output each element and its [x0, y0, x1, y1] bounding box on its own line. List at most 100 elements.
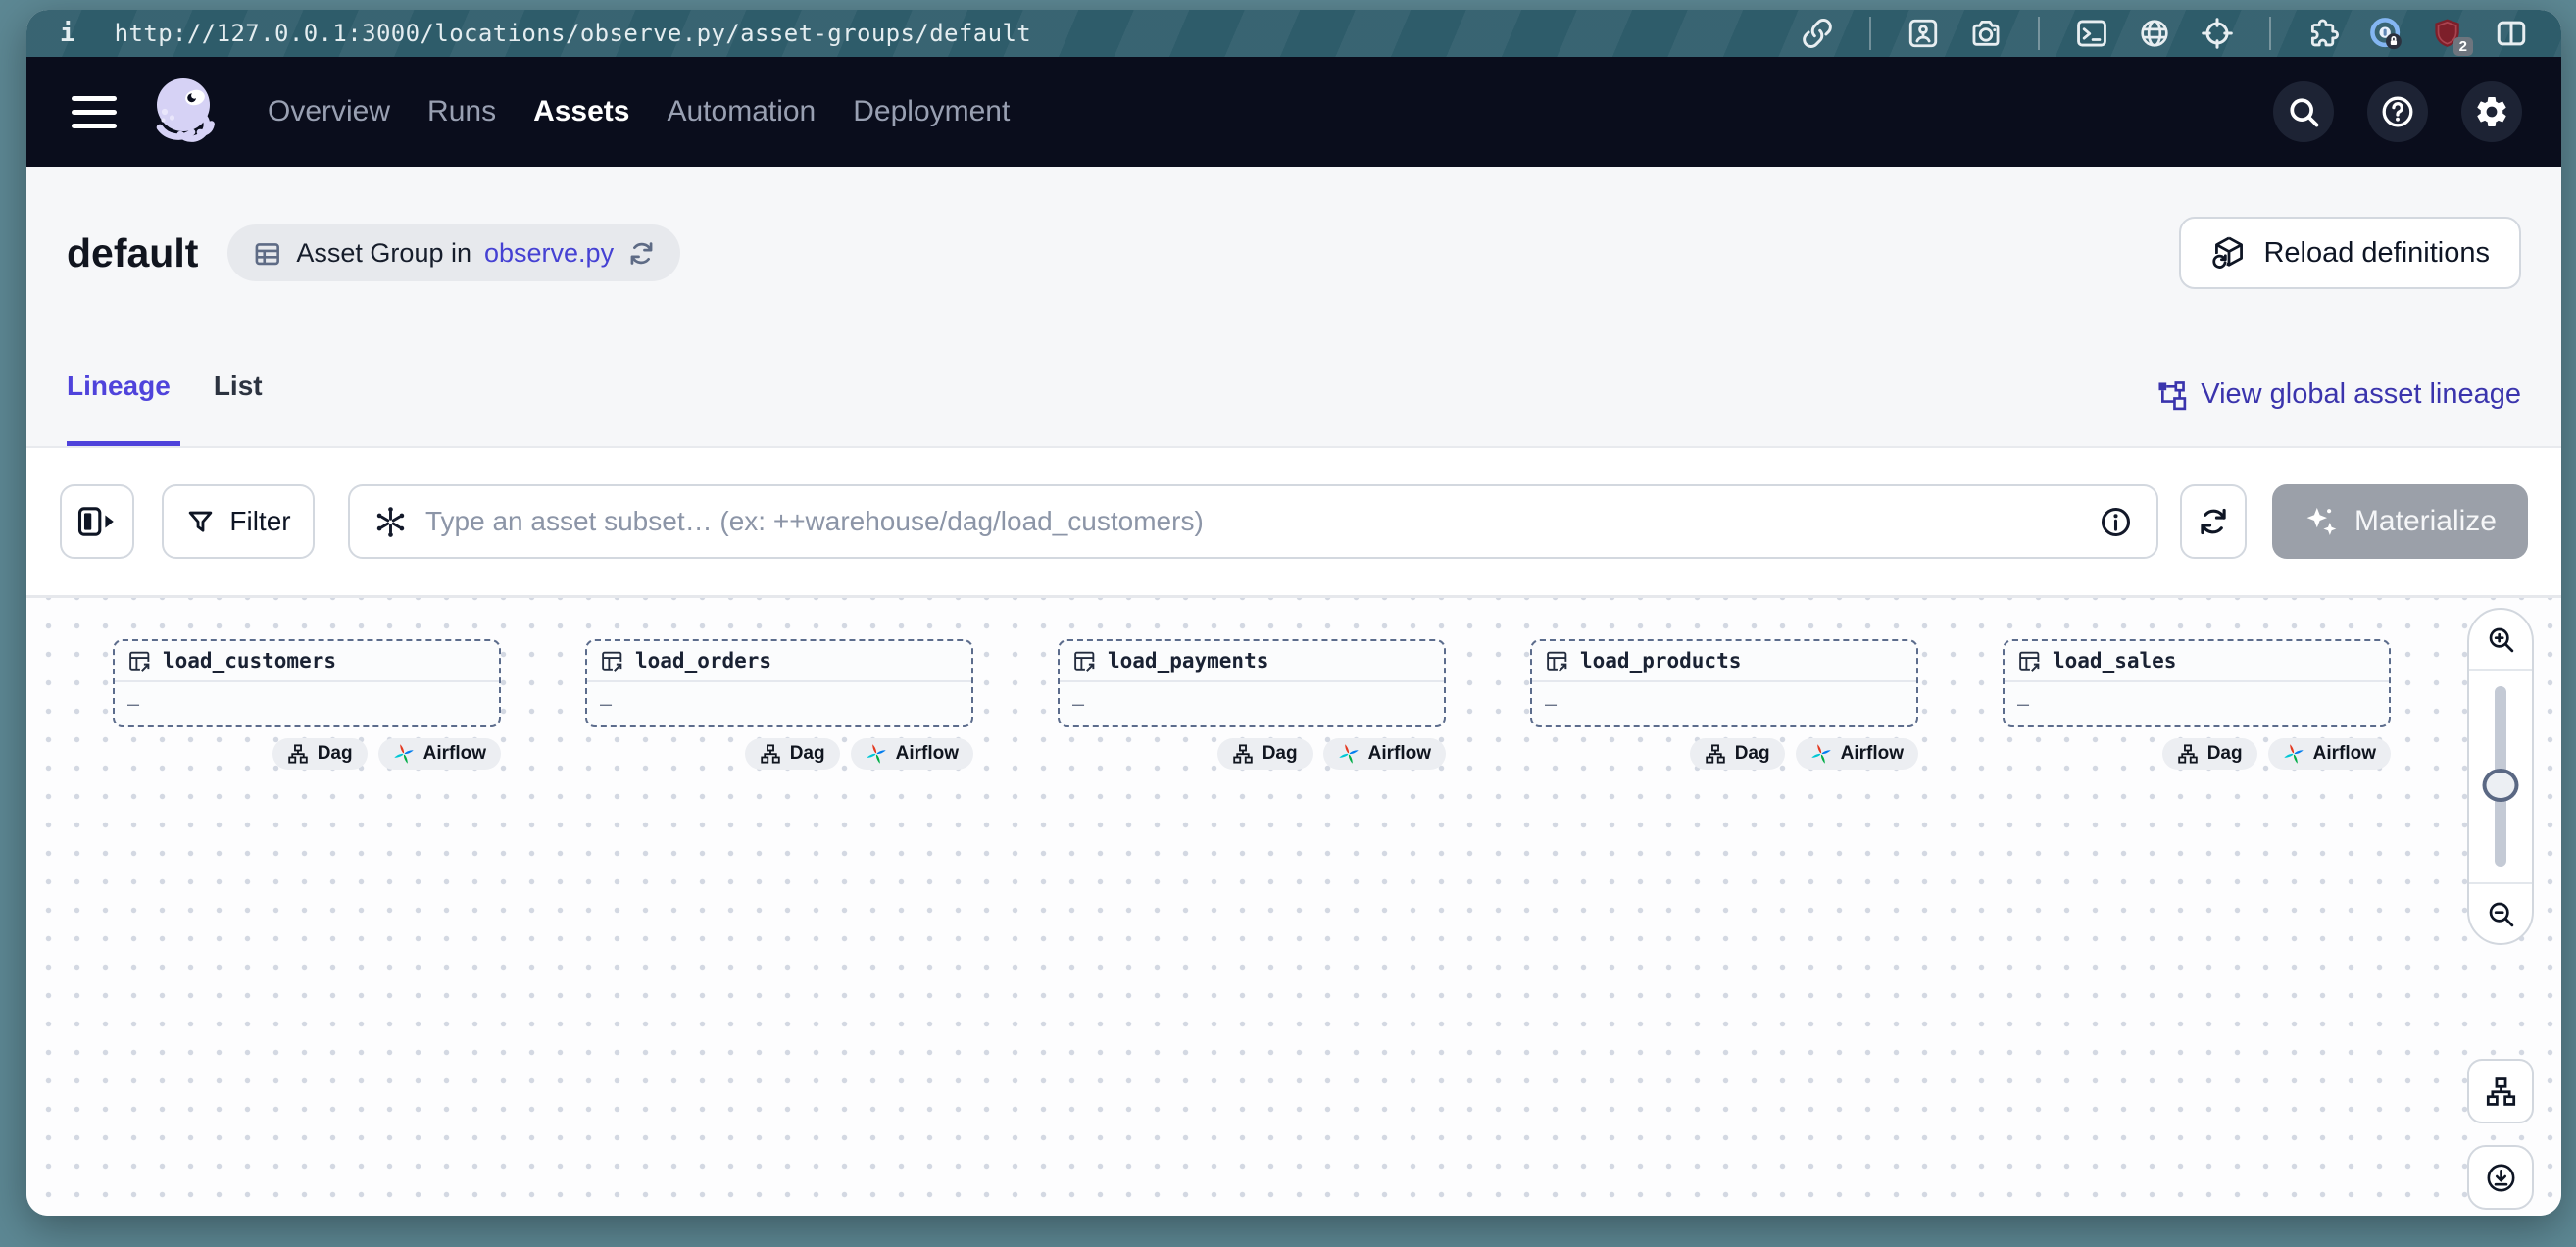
materialize-button[interactable]: Materialize — [2272, 484, 2528, 559]
zoom-slider-thumb[interactable] — [2483, 769, 2519, 802]
split-view-icon[interactable] — [2495, 17, 2528, 50]
link-icon[interactable] — [1801, 17, 1834, 50]
materialize-label: Materialize — [2354, 505, 2497, 538]
settings-icon — [2474, 94, 2509, 129]
search-button[interactable] — [2273, 81, 2334, 142]
hamburger-menu-icon[interactable] — [72, 96, 117, 128]
asset-name: load_payments — [1108, 649, 1268, 673]
expand-panel-button[interactable] — [60, 484, 134, 559]
asset-table-icon — [2017, 649, 2042, 673]
tag-airflow[interactable]: Airflow — [2268, 738, 2391, 770]
airflow-icon — [866, 743, 887, 765]
zoom-in-button[interactable] — [2469, 610, 2532, 671]
lineage-graph-icon — [2155, 379, 2187, 411]
airflow-icon — [2283, 743, 2304, 765]
lineage-canvas[interactable]: load_customers– Dag Airflow load_orders– Dag… — [26, 598, 2561, 1216]
asset-subset-input[interactable] — [423, 505, 2083, 538]
asset-node-box[interactable]: load_customers– — [113, 639, 501, 727]
reload-definitions-button[interactable]: Reload definitions — [2179, 217, 2521, 289]
asset-node-load_orders: load_orders– Dag Airflow — [585, 639, 973, 770]
asset-selection-icon — [373, 505, 408, 539]
crosshair-icon[interactable] — [2201, 17, 2234, 50]
tag-dag[interactable]: Dag — [2162, 738, 2257, 770]
terminal-icon[interactable] — [2075, 17, 2108, 50]
tabs-row: Lineage List View global asset lineage — [26, 339, 2561, 448]
asset-table-icon — [127, 649, 152, 673]
ublock-icon[interactable]: 2 — [2432, 17, 2465, 50]
panel-expand-icon — [76, 505, 118, 538]
screenshot-image-icon[interactable] — [1907, 17, 1940, 50]
tag-label: Airflow — [1841, 743, 1904, 765]
asset-group-badge-text: Asset Group in — [296, 238, 471, 269]
asset-status: – — [1545, 692, 1557, 716]
tabs: Lineage List — [67, 339, 263, 446]
nav-item-automation[interactable]: Automation — [667, 95, 816, 128]
code-location-link[interactable]: observe.py — [484, 238, 614, 269]
zoom-in-icon — [2486, 624, 2516, 655]
asset-node-box[interactable]: load_sales– — [2003, 639, 2391, 727]
asset-node-box[interactable]: load_payments– — [1058, 639, 1446, 727]
asset-status: – — [1072, 692, 1084, 716]
asset-node-tags: Dag Airflow — [1530, 738, 1918, 770]
tag-dag[interactable]: Dag — [745, 738, 840, 770]
tag-label: Dag — [318, 743, 353, 765]
tag-label: Dag — [790, 743, 825, 765]
dag-icon — [1232, 743, 1254, 765]
url-text[interactable]: http://127.0.0.1:3000/locations/observe.… — [115, 20, 1801, 47]
airflow-icon — [393, 743, 415, 765]
extensions-puzzle-icon[interactable] — [2306, 17, 2340, 50]
dag-icon — [2177, 743, 2199, 765]
dagster-logo[interactable] — [148, 73, 226, 151]
asset-node-box[interactable]: load_products– — [1530, 639, 1918, 727]
asset-node-box[interactable]: load_orders– — [585, 639, 973, 727]
view-global-asset-lineage-link[interactable]: View global asset lineage — [2155, 339, 2521, 446]
nav-item-deployment[interactable]: Deployment — [853, 95, 1010, 128]
refresh-graph-button[interactable] — [2180, 484, 2247, 559]
zoom-controls — [2467, 608, 2534, 945]
view-global-asset-lineage-label: View global asset lineage — [2201, 378, 2521, 411]
tab-list[interactable]: List — [214, 339, 263, 446]
onepassword-icon[interactable] — [2369, 17, 2403, 50]
nav-item-assets[interactable]: Assets — [533, 95, 629, 128]
asset-node-load_payments: load_payments– Dag Airflow — [1058, 639, 1446, 770]
settings-button[interactable] — [2461, 81, 2522, 142]
info-icon[interactable] — [2099, 505, 2133, 539]
tag-airflow[interactable]: Airflow — [851, 738, 973, 770]
zoom-out-button[interactable] — [2469, 882, 2532, 943]
tag-airflow[interactable]: Airflow — [1323, 738, 1446, 770]
help-button[interactable] — [2367, 81, 2428, 142]
tab-lineage[interactable]: Lineage — [67, 339, 171, 446]
nav-item-overview[interactable]: Overview — [268, 95, 390, 128]
airflow-icon — [1810, 743, 1832, 765]
fit-graph-button[interactable] — [2467, 1059, 2534, 1123]
tag-airflow[interactable]: Airflow — [1796, 738, 1918, 770]
browser-url-bar: i http://127.0.0.1:3000/locations/observ… — [26, 10, 2561, 57]
asset-node-load_products: load_products– Dag Airflow — [1530, 639, 1918, 770]
filter-funnel-icon — [185, 507, 216, 537]
tag-label: Dag — [1263, 743, 1298, 765]
asset-subset-input-wrap — [348, 484, 2158, 559]
page-title: default — [67, 230, 198, 276]
asset-node-tags: Dag Airflow — [1058, 738, 1446, 770]
nav-item-runs[interactable]: Runs — [427, 95, 496, 128]
download-graph-button[interactable] — [2467, 1145, 2534, 1210]
reload-definitions-label: Reload definitions — [2263, 237, 2490, 270]
tag-dag[interactable]: Dag — [1217, 738, 1313, 770]
asset-status: – — [127, 692, 139, 716]
tag-airflow[interactable]: Airflow — [378, 738, 501, 770]
airflow-icon — [1338, 743, 1360, 765]
tag-dag[interactable]: Dag — [272, 738, 368, 770]
dag-icon — [760, 743, 781, 765]
asset-table-icon — [1072, 649, 1097, 673]
page-info-icon[interactable]: i — [60, 19, 75, 48]
camera-icon[interactable] — [1969, 17, 2003, 50]
tag-label: Airflow — [423, 743, 486, 765]
dag-icon — [287, 743, 309, 765]
tag-dag[interactable]: Dag — [1690, 738, 1785, 770]
refresh-location-icon[interactable] — [626, 238, 657, 269]
dag-icon — [1705, 743, 1726, 765]
nav-links: Overview Runs Assets Automation Deployment — [268, 95, 1010, 128]
filter-button[interactable]: Filter — [162, 484, 315, 559]
toolbar-divider — [2269, 17, 2271, 50]
globe-icon[interactable] — [2138, 17, 2171, 50]
